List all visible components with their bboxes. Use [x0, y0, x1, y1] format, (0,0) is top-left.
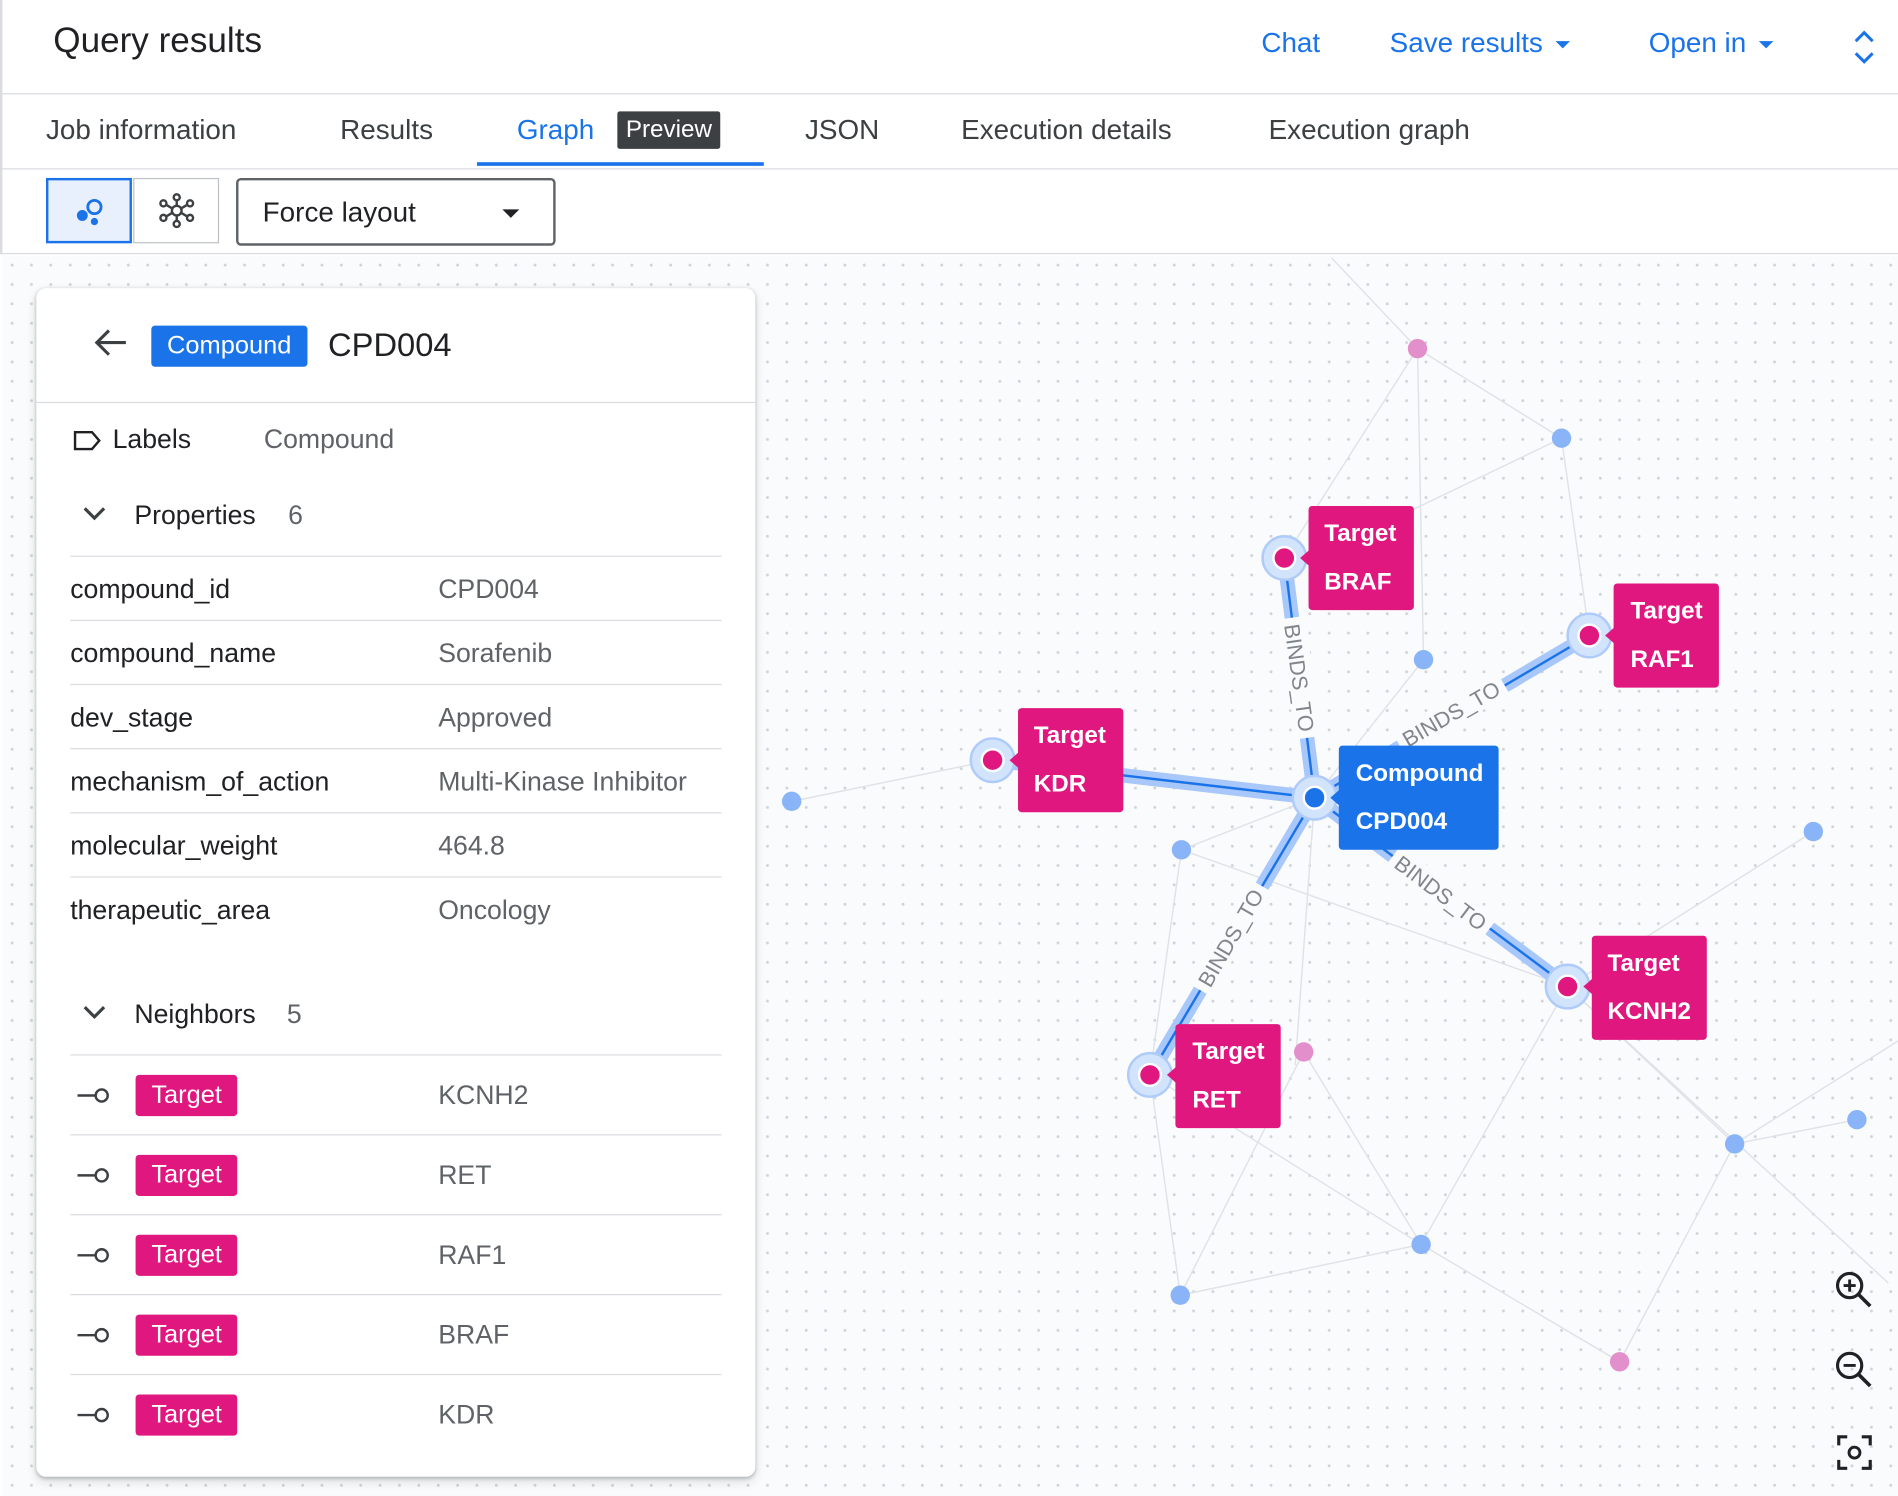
node-name-label: CPD004	[1356, 808, 1448, 835]
neighbor-name: BRAF	[438, 1319, 510, 1350]
graph-node[interactable]	[1847, 1110, 1867, 1130]
node-name-label: RAF1	[1631, 646, 1694, 673]
properties-label: Properties	[134, 499, 256, 531]
node-type-label: Target	[1034, 722, 1106, 749]
chevron-down-icon	[83, 507, 106, 521]
target-node-raf1[interactable]: Target RAF1	[1566, 583, 1719, 688]
node-type-label: Compound	[1356, 760, 1484, 787]
neighbor-name: RET	[438, 1159, 492, 1190]
property-value: Oncology	[438, 894, 551, 925]
compound-chip: Compound	[151, 325, 308, 367]
neighbor-row[interactable]: Target KDR	[70, 1373, 722, 1455]
node-name-label: BRAF	[1324, 569, 1391, 596]
target-chip: Target	[135, 1394, 238, 1436]
relationship-icon	[77, 1327, 109, 1343]
node-name-label: KDR	[1034, 771, 1086, 798]
target-node-ret[interactable]: Target RET	[1126, 1024, 1281, 1129]
labels-value: Compound	[263, 423, 395, 454]
property-value: Sorafenib	[438, 637, 553, 669]
node-detail-panel: Compound CPD004 Labels Compound Properti…	[36, 288, 756, 1477]
edge-label-ret: BINDS_TO	[1193, 885, 1269, 991]
graph-node[interactable]	[1609, 1352, 1630, 1372]
node-type-label: Target	[1608, 950, 1680, 977]
node-type-label: Target	[1324, 520, 1396, 547]
neighbor-name: KCNH2	[438, 1079, 529, 1111]
property-row: mechanism_of_action Multi-Kinase Inhibit…	[70, 748, 722, 813]
zoom-out-icon[interactable]	[1830, 1346, 1878, 1394]
neighbor-row[interactable]: Target BRAF	[70, 1294, 722, 1375]
graph-node[interactable]	[1413, 650, 1434, 670]
property-key: dev_stage	[70, 702, 194, 733]
property-key: therapeutic_area	[70, 894, 271, 925]
label-icon	[73, 430, 101, 451]
target-node-kdr[interactable]: Target KDR	[969, 708, 1124, 813]
property-row: dev_stage Approved	[70, 683, 722, 749]
relationship-icon	[77, 1168, 109, 1183]
graph-node[interactable]	[781, 791, 802, 812]
neighbor-name: RAF1	[438, 1239, 507, 1270]
property-key: compound_id	[70, 573, 231, 605]
edge-label-kcnh2: BINDS_TO	[1390, 851, 1492, 936]
relationship-icon	[77, 1088, 109, 1103]
target-chip: Target	[135, 1234, 238, 1276]
node-type-label: Target	[1631, 598, 1703, 625]
property-key: compound_name	[70, 637, 277, 669]
chevron-down-icon	[83, 1006, 106, 1020]
edge-label-raf1: BINDS_TO	[1398, 676, 1504, 752]
graph-node[interactable]	[1294, 1042, 1314, 1062]
zoom-in-icon[interactable]	[1830, 1266, 1878, 1314]
node-type-label: Target	[1192, 1038, 1264, 1065]
arrow-back-icon[interactable]	[92, 324, 128, 360]
graph-node[interactable]	[1803, 821, 1824, 842]
graph-node[interactable]	[1170, 1285, 1190, 1305]
node-name-label: RET	[1192, 1087, 1241, 1114]
node-name-label: KCNH2	[1608, 998, 1691, 1025]
target-chip: Target	[135, 1154, 238, 1196]
graph-node[interactable]	[1724, 1134, 1745, 1154]
compound-node-cpd004[interactable]: Compound CPD004	[1291, 745, 1499, 850]
labels-key: Labels	[112, 423, 192, 454]
neighbor-row[interactable]: Target KCNH2	[70, 1054, 722, 1135]
graph-node[interactable]	[1407, 338, 1428, 359]
background-nodes[interactable]	[781, 338, 1867, 1372]
property-value: Approved	[438, 702, 553, 733]
target-chip: Target	[135, 1314, 238, 1356]
relationship-icon	[77, 1248, 109, 1263]
property-row: compound_name Sorafenib	[70, 619, 722, 685]
property-key: molecular_weight	[70, 830, 278, 861]
property-row: therapeutic_area Oncology	[70, 876, 722, 941]
graph-node[interactable]	[1411, 1234, 1431, 1255]
property-value: 464.8	[438, 830, 505, 861]
property-value: Multi-Kinase Inhibitor	[438, 766, 687, 797]
property-row: molecular_weight 464.8	[70, 812, 722, 877]
graph-node[interactable]	[1551, 428, 1572, 448]
neighbor-row[interactable]: Target RET	[70, 1134, 722, 1215]
target-node-kcnh2[interactable]: Target KCNH2	[1544, 935, 1707, 1040]
graph-node[interactable]	[1171, 840, 1192, 860]
target-chip: Target	[135, 1074, 238, 1117]
panel-title: CPD004	[328, 326, 452, 364]
neighbors-label: Neighbors	[134, 998, 256, 1029]
property-value: CPD004	[438, 573, 539, 605]
fit-screen-icon[interactable]	[1830, 1428, 1878, 1476]
neighbors-count: 5	[286, 998, 302, 1029]
neighbor-row[interactable]: Target RAF1	[70, 1214, 722, 1295]
property-key: mechanism_of_action	[70, 766, 330, 797]
properties-count: 6	[288, 499, 303, 531]
panel-header: Compound CPD004	[36, 288, 756, 404]
relationship-icon	[77, 1407, 109, 1423]
property-row: compound_id CPD004	[70, 555, 722, 621]
neighbor-name: KDR	[438, 1399, 495, 1430]
